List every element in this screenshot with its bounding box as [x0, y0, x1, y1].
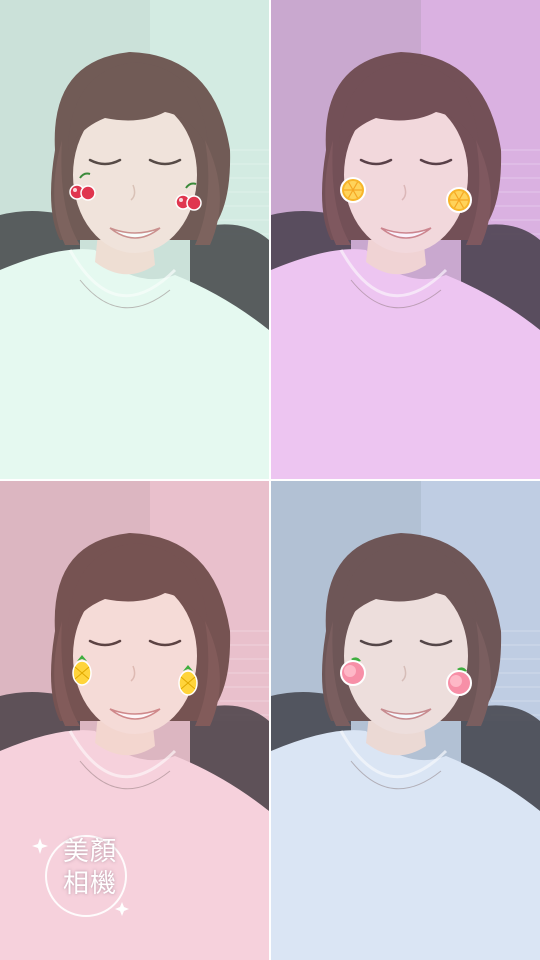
selfie-illustration [0, 0, 269, 479]
photo-panel-mint [0, 0, 269, 479]
selfie-illustration [271, 0, 540, 479]
photo-panel-lavender [271, 0, 540, 479]
orange-slice-icon [446, 187, 472, 213]
orange-slice-icon [340, 177, 366, 203]
photo-collage: 美顏 相機 [0, 0, 540, 960]
watermark-line1: 美顏 [62, 837, 117, 867]
selfie-illustration [271, 481, 540, 960]
watermark-line2: 相機 [62, 869, 117, 899]
photo-panel-sky [271, 481, 540, 960]
